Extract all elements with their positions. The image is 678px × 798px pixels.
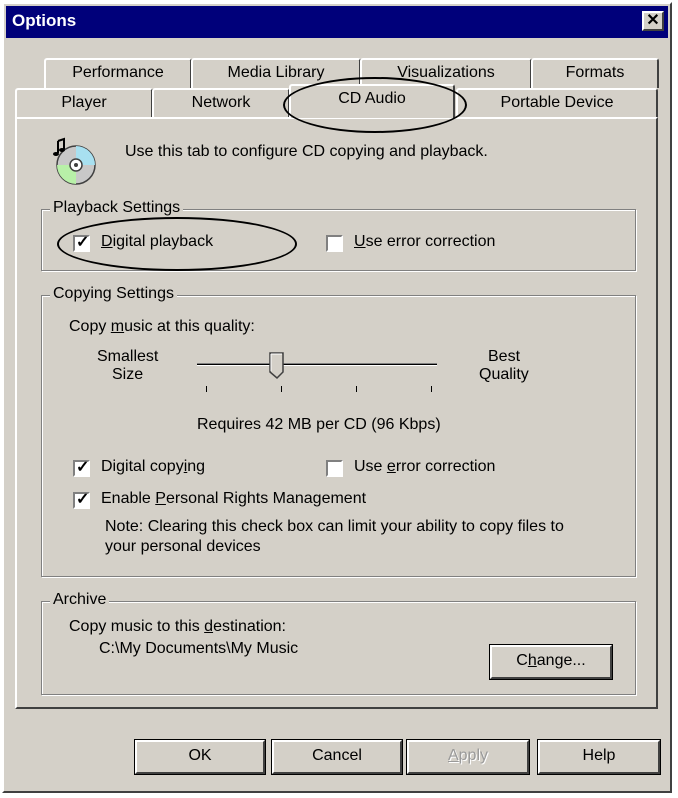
tab-label: Network: [191, 94, 251, 111]
slider-tick: [356, 386, 357, 392]
tab-label: Visualizations: [397, 64, 495, 81]
tab-portable-device[interactable]: Portable Device: [456, 88, 658, 118]
digital-playback-checkbox[interactable]: ✓: [73, 234, 90, 252]
prm-checkbox[interactable]: ✓: [73, 491, 90, 509]
copy-quality-label: Copy music at this quality:: [69, 318, 255, 335]
archive-group: Archive Copy music to this destination: …: [41, 591, 636, 695]
destination-path: C:\My Documents\My Music: [99, 640, 299, 657]
close-icon: ✕: [646, 12, 660, 29]
tab-performance[interactable]: Performance: [44, 58, 192, 88]
copying-settings-legend: Copying Settings: [50, 285, 177, 303]
slider-thumb[interactable]: [269, 352, 285, 380]
slider-tick: [206, 386, 207, 392]
slider-tick: [281, 386, 282, 392]
size-label: Size: [112, 366, 144, 383]
playback-error-correction-checkbox[interactable]: [326, 235, 343, 252]
cd-audio-icon: [50, 137, 100, 187]
tab-label: Player: [61, 94, 107, 111]
cd-audio-panel: Use this tab to configure CD copying and…: [15, 117, 658, 709]
prm-note-line2: your personal devices: [105, 538, 261, 555]
tab-label: CD Audio: [338, 90, 406, 107]
help-button[interactable]: Help: [537, 739, 661, 775]
best-label: Best: [488, 348, 521, 365]
window-title: Options: [12, 11, 77, 30]
playback-error-correction-label[interactable]: Use error correction: [354, 233, 495, 251]
tab-player[interactable]: Player: [15, 88, 153, 118]
cancel-button[interactable]: Cancel: [271, 739, 403, 775]
change-button[interactable]: Change...: [489, 644, 613, 680]
tab-label: Formats: [565, 64, 625, 81]
check-icon: ✓: [76, 491, 90, 508]
ok-button[interactable]: OK: [134, 739, 266, 775]
digital-playback-label[interactable]: Digital playback: [101, 233, 213, 251]
playback-settings-group: Playback Settings ✓ Digital playback Use…: [41, 199, 636, 271]
check-icon: ✓: [76, 459, 90, 476]
check-icon: ✓: [76, 234, 90, 251]
quality-slider[interactable]: [197, 352, 445, 398]
slider-track: [197, 363, 437, 366]
tab-label: Media Library: [227, 64, 325, 81]
quality-label: Quality: [479, 366, 529, 383]
prm-note-line1: Note: Clearing this check box can limit …: [105, 518, 564, 535]
playback-settings-legend: Playback Settings: [50, 199, 184, 217]
close-button[interactable]: ✕: [642, 11, 664, 31]
apply-button[interactable]: Apply: [406, 739, 530, 775]
requires-text: Requires 42 MB per CD (96 Kbps): [197, 416, 441, 433]
tab-cd-audio[interactable]: CD Audio: [289, 84, 455, 118]
copy-destination-label: Copy music to this destination:: [69, 618, 286, 635]
smallest-label: Smallest: [97, 348, 159, 365]
copying-error-correction-label[interactable]: Use error correction: [354, 458, 495, 476]
prm-label[interactable]: Enable Personal Rights Management: [101, 490, 366, 508]
tab-label: Performance: [72, 64, 164, 81]
tab-formats[interactable]: Formats: [531, 58, 659, 88]
slider-tick: [431, 386, 432, 392]
digital-copying-label[interactable]: Digital copying: [101, 458, 205, 476]
copying-settings-group: Copying Settings Copy music at this qual…: [41, 285, 636, 577]
tab-label: Portable Device: [500, 94, 614, 111]
intro-text: Use this tab to configure CD copying and…: [125, 143, 488, 160]
copying-error-correction-checkbox[interactable]: [326, 460, 343, 477]
title-bar[interactable]: Options ✕: [6, 6, 668, 38]
digital-copying-checkbox[interactable]: ✓: [73, 459, 90, 477]
tab-network[interactable]: Network: [152, 88, 290, 118]
archive-legend: Archive: [50, 591, 110, 609]
